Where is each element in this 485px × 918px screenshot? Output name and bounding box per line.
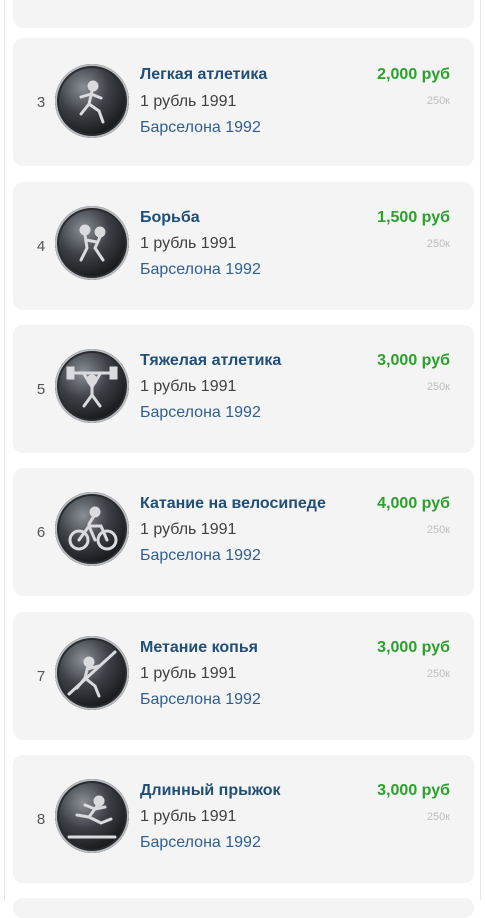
javelin-coin-icon — [55, 636, 129, 710]
coin-views: 250к — [426, 811, 450, 823]
coin-card[interactable]: 6 Катание на велосипеде 1 рубль 1991 Бар… — [13, 468, 474, 596]
coin-card[interactable]: 3 Легкая атлетика 1 рубль 1991 Барселона… — [13, 38, 474, 166]
coin-price: 2,000 руб — [377, 66, 450, 83]
coin-index: 4 — [36, 238, 46, 255]
coin-title[interactable]: Легкая атлетика — [140, 66, 267, 84]
coin-denomination: 1 рубль 1991 — [140, 378, 237, 395]
list-left-border — [4, 0, 5, 900]
coin-series[interactable]: Барселона 1992 — [140, 547, 261, 565]
coin-index: 8 — [36, 811, 46, 828]
coin-views: 250к — [426, 381, 450, 393]
coin-index: 7 — [36, 668, 46, 685]
coin-price: 1,500 руб — [377, 209, 450, 226]
coin-title[interactable]: Метание копья — [140, 639, 258, 657]
coin-card[interactable]: 7 Метание копья 1 рубль 1991 Барселона 1… — [13, 612, 474, 740]
coin-title[interactable]: Катание на велосипеде — [140, 495, 326, 513]
coin-denomination: 1 рубль 1991 — [140, 93, 237, 110]
coin-series[interactable]: Барселона 1992 — [140, 834, 261, 852]
coin-price: 3,000 руб — [377, 782, 450, 799]
coin-card[interactable]: 5 Тяжелая атлетика 1 рубль 1991 Барселон… — [13, 325, 474, 453]
coin-views: 250к — [426, 238, 450, 250]
coin-views: 250к — [426, 668, 450, 680]
coin-series[interactable]: Барселона 1992 — [140, 404, 261, 422]
coin-denomination: 1 рубль 1991 — [140, 521, 237, 538]
coin-title[interactable]: Длинный прыжок — [140, 782, 281, 800]
long-jump-coin-icon — [55, 779, 129, 853]
coin-denomination: 1 рубль 1991 — [140, 808, 237, 825]
coin-card-partial[interactable] — [13, 0, 474, 28]
coin-price: 4,000 руб — [377, 495, 450, 512]
coin-denomination: 1 рубль 1991 — [140, 665, 237, 682]
coin-title[interactable]: Тяжелая атлетика — [140, 352, 281, 370]
coin-index: 6 — [36, 524, 46, 541]
coin-series[interactable]: Барселона 1992 — [140, 691, 261, 709]
coin-series[interactable]: Барселона 1992 — [140, 261, 261, 279]
coin-views: 250к — [426, 524, 450, 536]
coin-title[interactable]: Борьба — [140, 209, 200, 227]
coin-price: 3,000 руб — [377, 639, 450, 656]
runner-coin-icon — [55, 64, 129, 138]
cycling-coin-icon — [55, 492, 129, 566]
coin-index: 3 — [36, 94, 46, 111]
coin-denomination: 1 рубль 1991 — [140, 235, 237, 252]
weightlifting-coin-icon — [55, 349, 129, 423]
coin-card-partial[interactable] — [13, 898, 474, 918]
wrestling-coin-icon — [55, 206, 129, 280]
coin-index: 5 — [36, 381, 46, 398]
list-right-border — [480, 0, 481, 900]
coin-series[interactable]: Барселона 1992 — [140, 119, 261, 137]
coin-views: 250к — [426, 95, 450, 107]
coin-card[interactable]: 4 Борьба 1 рубль 1991 Барселона 1992 1,5… — [13, 182, 474, 310]
coin-card[interactable]: 8 Длинный прыжок 1 рубль 1991 Барселона … — [13, 755, 474, 883]
coin-price: 3,000 руб — [377, 352, 450, 369]
